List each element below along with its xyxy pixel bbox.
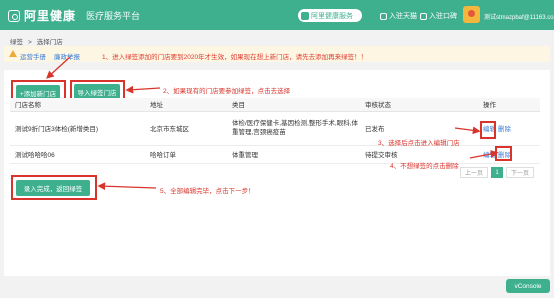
arrow-step3 [454, 126, 481, 135]
vconsole-button[interactable]: vConsole [506, 279, 550, 293]
arrow-step4 [469, 150, 499, 159]
arrow-step2 [125, 85, 161, 94]
annotation-arrows [46, 56, 499, 191]
arrow-step1 [46, 56, 71, 79]
arrow-step5 [97, 182, 157, 191]
